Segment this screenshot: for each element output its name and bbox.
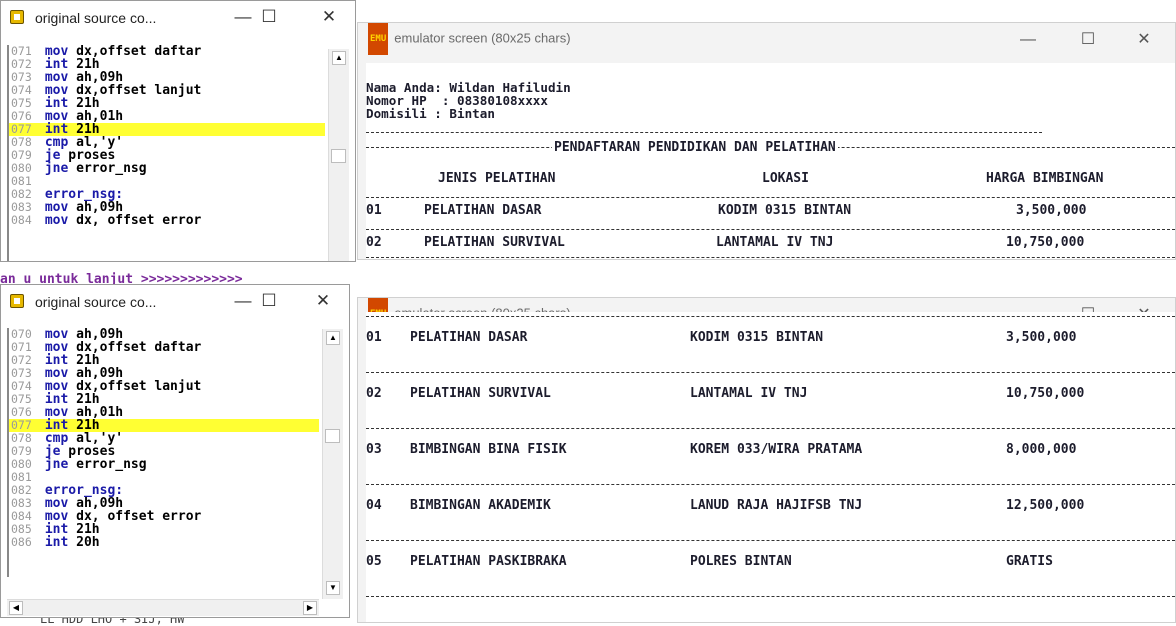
divider xyxy=(366,428,1175,429)
divider xyxy=(366,540,1175,541)
maximize-button[interactable]: ☐ xyxy=(1076,30,1100,50)
header-lokasi: LOKASI xyxy=(762,171,809,186)
row-lokasi: KODIM 0315 BINTAN xyxy=(718,203,852,218)
row-harga: 3,500,000 xyxy=(1016,203,1087,218)
maximize-button[interactable]: ☐ xyxy=(257,7,281,27)
code-line[interactable]: 084 mov dx, offset error xyxy=(9,213,325,228)
line-number: 086 xyxy=(11,535,32,549)
scroll-thumb[interactable] xyxy=(331,149,346,163)
emulator-window-top[interactable]: EMU emulator screen (80x25 chars) — ☐ ✕ N… xyxy=(357,22,1176,260)
row-jenis: PELATIHAN SURVIVAL xyxy=(410,386,551,401)
scroll-up-arrow-icon[interactable]: ▲ xyxy=(332,51,346,65)
row-harga: 10,750,000 xyxy=(1006,235,1085,250)
row-lokasi: LANUD RAJA HAJIFSB TNJ xyxy=(690,498,863,513)
emulator-icon: EMU xyxy=(368,23,389,55)
emulator-title: emulator screen (80x25 chars) xyxy=(394,30,571,46)
source-editor-window-top[interactable]: original source co... — ☐ ✕ 071 mov dx,o… xyxy=(0,0,356,262)
vertical-scrollbar[interactable]: ▲ ▼ xyxy=(322,329,343,599)
emulator-titlebar[interactable]: EMU emulator screen (80x25 chars) xyxy=(368,23,571,55)
vertical-scrollbar[interactable]: ▲ xyxy=(328,49,349,261)
row-number: 01 xyxy=(366,330,382,345)
row-number: 02 xyxy=(366,386,382,401)
editor-titlebar[interactable]: original source co... — ☐ ✕ xyxy=(1,1,355,33)
divider xyxy=(366,316,1175,317)
emulator-window-bottom[interactable]: EMUemulator screen (80x25 chars) — ☐ ✕ 0… xyxy=(357,297,1176,623)
code-area[interactable]: 070 mov ah,09h 071 mov dx,offset daftar 07… xyxy=(7,328,319,577)
code-area[interactable]: 071 mov dx,offset daftar 072 int 21h 073 m… xyxy=(7,45,325,261)
source-editor-window-bottom[interactable]: original source co... — ☐ ✕ 070 mov ah,0… xyxy=(0,284,350,618)
row-jenis: PELATIHAN PASKIBRAKA xyxy=(410,554,567,569)
editor-title: original source co... xyxy=(35,294,157,310)
code-keyword: jne xyxy=(44,161,69,176)
app-icon xyxy=(10,294,24,308)
row-harga: 3,500,000 xyxy=(1006,330,1077,345)
minimize-button[interactable]: — xyxy=(1016,30,1040,50)
divider xyxy=(366,257,1175,258)
editor-titlebar[interactable]: original source co... — ☐ ✕ xyxy=(1,285,349,317)
row-harga: GRATIS xyxy=(1006,554,1053,569)
code-keyword: int xyxy=(44,535,69,550)
horizontal-scrollbar[interactable]: ◀ ▶ xyxy=(7,599,319,616)
emulator-screen: Nama Anda: Wildan Hafiludin Nomor HP : 0… xyxy=(366,63,1175,259)
code-keyword: mov xyxy=(44,213,69,228)
code-operand: error_nsg xyxy=(68,457,147,472)
close-button[interactable]: ✕ xyxy=(317,7,341,27)
row-jenis: PELATIHAN DASAR xyxy=(424,203,542,218)
app-icon xyxy=(10,10,24,24)
row-number: 03 xyxy=(366,442,382,457)
row-number: 05 xyxy=(366,554,382,569)
scroll-right-arrow-icon[interactable]: ▶ xyxy=(303,601,317,615)
minimize-button[interactable]: — xyxy=(231,291,255,311)
close-button[interactable]: ✕ xyxy=(311,291,335,311)
editor-title: original source co... xyxy=(35,10,157,26)
table-banner: PENDAFTARAN PENDIDIKAN DAN PELATIHAN xyxy=(552,140,838,155)
header-harga: HARGA BIMBINGAN xyxy=(986,171,1104,186)
domisili-line: Domisili : Bintan xyxy=(366,106,495,121)
scroll-down-arrow-icon[interactable]: ▼ xyxy=(326,581,340,595)
code-operand: error_nsg xyxy=(68,161,147,176)
code-operand: 20h xyxy=(68,535,100,550)
row-lokasi: LANTAMAL IV TNJ xyxy=(690,386,808,401)
divider xyxy=(366,596,1175,597)
minimize-button[interactable]: — xyxy=(231,7,255,27)
maximize-button[interactable]: ☐ xyxy=(257,291,281,311)
code-keyword: jne xyxy=(44,457,69,472)
code-operand: dx, offset error xyxy=(68,213,202,228)
divider xyxy=(366,484,1175,485)
row-lokasi: POLRES BINTAN xyxy=(690,554,792,569)
scroll-up-arrow-icon[interactable]: ▲ xyxy=(326,331,340,345)
scroll-thumb[interactable] xyxy=(325,429,340,443)
row-jenis: PELATIHAN DASAR xyxy=(410,330,528,345)
scroll-left-arrow-icon[interactable]: ◀ xyxy=(9,601,23,615)
row-lokasi: LANTAMAL IV TNJ xyxy=(716,235,834,250)
header-jenis: JENIS PELATIHAN xyxy=(438,171,556,186)
close-button[interactable]: ✕ xyxy=(1132,30,1156,50)
row-harga: 10,750,000 xyxy=(1006,386,1085,401)
code-line[interactable]: 080 jne error_nsg xyxy=(9,457,319,472)
row-lokasi: KOREM 033/WIRA PRATAMA xyxy=(690,442,863,457)
code-line[interactable]: 080 jne error_nsg xyxy=(9,161,325,176)
row-number: 02 xyxy=(366,235,382,250)
row-number: 04 xyxy=(366,498,382,513)
row-lokasi: KODIM 0315 BINTAN xyxy=(690,330,824,345)
divider xyxy=(366,229,1175,230)
row-jenis: BIMBINGAN AKADEMIK xyxy=(410,498,551,513)
row-harga: 12,500,000 xyxy=(1006,498,1085,513)
row-jenis: BIMBINGAN BINA FISIK xyxy=(410,442,567,457)
row-number: 01 xyxy=(366,203,382,218)
divider xyxy=(366,197,1175,198)
divider xyxy=(366,372,1175,373)
divider xyxy=(366,132,1042,133)
row-jenis: PELATIHAN SURVIVAL xyxy=(424,235,565,250)
row-harga: 8,000,000 xyxy=(1006,442,1077,457)
emulator-screen: 01 PELATIHAN DASAR KODIM 0315 BINTAN 3,500,… xyxy=(366,312,1175,622)
line-number: 084 xyxy=(11,213,32,227)
code-line[interactable]: 086 int 20h xyxy=(9,535,319,550)
